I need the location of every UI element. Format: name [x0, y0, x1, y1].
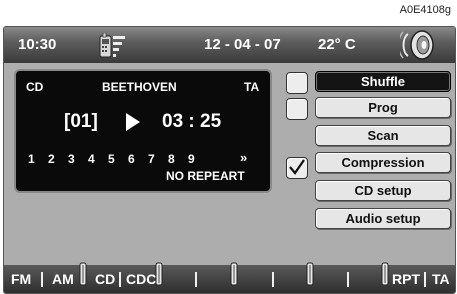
- knob-marker: [306, 261, 314, 292]
- clock: 10:30: [18, 36, 57, 53]
- track-8[interactable]: 8: [168, 152, 175, 166]
- shuffle-button[interactable]: Shuffle: [315, 71, 451, 92]
- rpt-tab[interactable]: RPT: [392, 271, 420, 287]
- prog-button[interactable]: Prog: [315, 97, 451, 118]
- cd-tab[interactable]: CD: [95, 271, 115, 287]
- knob-marker: [381, 261, 389, 292]
- temperature: 22° C: [318, 36, 356, 53]
- ta-indicator: TA: [244, 80, 260, 94]
- track-1[interactable]: 1: [28, 152, 35, 166]
- compression-checkbox[interactable]: [286, 157, 308, 179]
- knob-marker: [230, 261, 238, 292]
- prog-checkbox[interactable]: [286, 98, 308, 120]
- shuffle-checkbox[interactable]: [286, 72, 308, 94]
- track-6[interactable]: 6: [128, 152, 135, 166]
- separator: [424, 272, 426, 287]
- track-3[interactable]: 3: [68, 152, 75, 166]
- album-title: BEETHOVEN: [102, 80, 177, 94]
- knob-marker: [79, 261, 87, 292]
- separator: [119, 272, 121, 287]
- more-tracks-arrow[interactable]: »: [240, 150, 247, 165]
- cd-setup-button[interactable]: CD setup: [315, 180, 451, 201]
- separator: [41, 272, 43, 287]
- separator: [347, 272, 349, 287]
- repeat-status: NO REPEART: [166, 169, 245, 183]
- knob-marker: [155, 261, 163, 292]
- date: 12 - 04 - 07: [204, 36, 281, 53]
- separator: [272, 272, 274, 287]
- fm-tab[interactable]: FM: [11, 271, 31, 287]
- track-number: [01]: [64, 111, 98, 132]
- checkmark-icon: [289, 159, 305, 175]
- nav-display: 10:30 12 - 04 - 07 22° C CD BEETHOVEN TA…: [3, 26, 456, 294]
- play-icon: [125, 112, 141, 137]
- ta-tab[interactable]: TA: [432, 271, 450, 287]
- scan-button[interactable]: Scan: [315, 125, 451, 146]
- separator: [195, 272, 197, 287]
- source-label: CD: [26, 80, 44, 94]
- cdc-tab[interactable]: CDC: [126, 271, 156, 287]
- status-bar: 10:30 12 - 04 - 07 22° C: [4, 27, 455, 63]
- phone-signal-icon: [99, 32, 127, 64]
- track-7[interactable]: 7: [148, 152, 155, 166]
- source-bar: FM AM CD CDC RPT TA: [4, 262, 455, 293]
- compression-button[interactable]: Compression: [315, 152, 451, 173]
- figure-code: A0E4108g: [399, 4, 451, 16]
- am-tab[interactable]: AM: [52, 271, 74, 287]
- track-2[interactable]: 2: [48, 152, 55, 166]
- audio-setup-button[interactable]: Audio setup: [315, 208, 451, 229]
- track-4[interactable]: 4: [88, 152, 95, 166]
- track-9[interactable]: 9: [188, 152, 195, 166]
- speaker-icon[interactable]: [397, 29, 440, 66]
- track-5[interactable]: 5: [108, 152, 115, 166]
- cd-info-panel: CD BEETHOVEN TA [01] 03 : 25 1 2 3 4 5 6…: [14, 69, 272, 193]
- elapsed-time: 03 : 25: [162, 111, 222, 132]
